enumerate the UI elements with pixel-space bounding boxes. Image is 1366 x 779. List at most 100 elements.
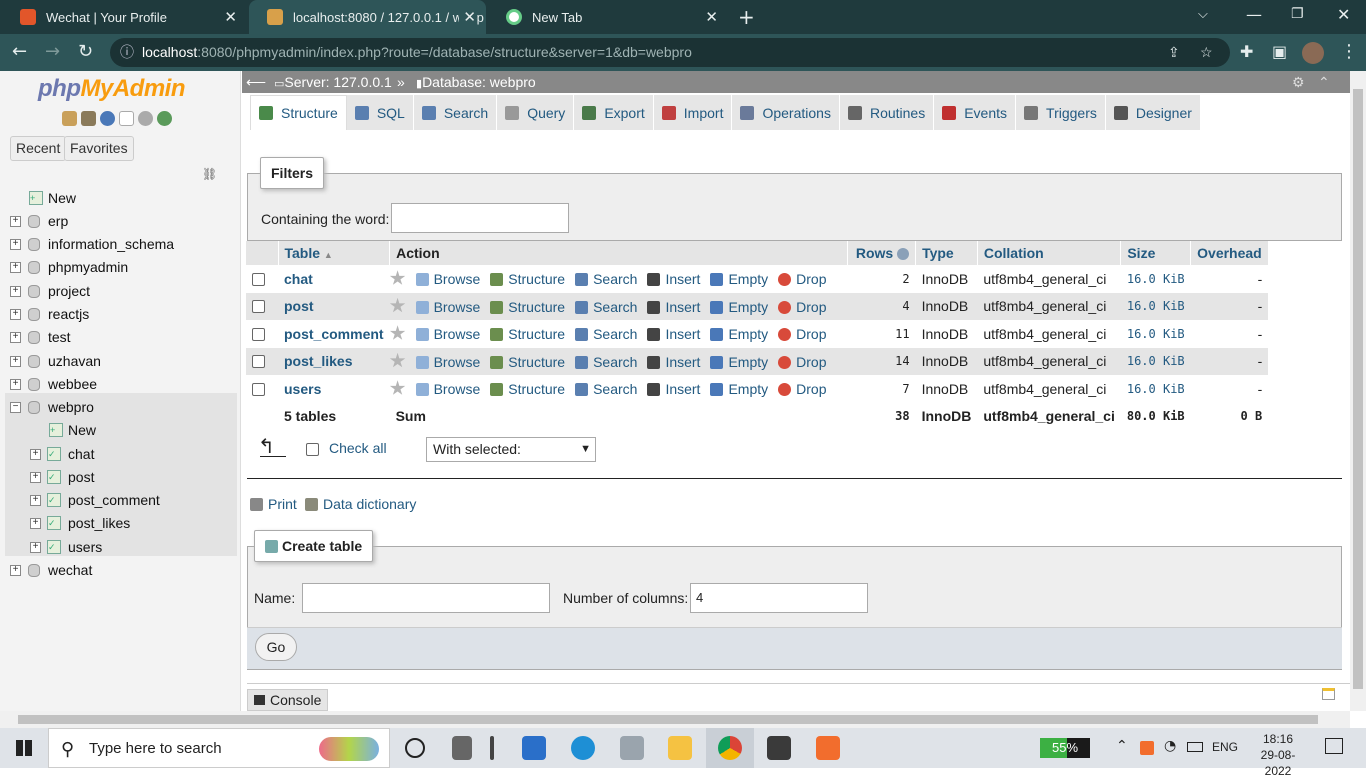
action-empty[interactable]: Empty — [710, 354, 768, 370]
favorite-star-icon[interactable] — [389, 297, 406, 313]
photos-icon[interactable] — [620, 736, 644, 760]
action-insert[interactable]: Insert — [647, 354, 700, 370]
table-name[interactable]: post_comment — [278, 320, 390, 348]
extensions-icon[interactable]: ✚ — [1240, 42, 1253, 62]
tree-item-post-likes-child[interactable]: + ✓ post_likes — [0, 512, 241, 535]
address-bar[interactable]: ⓘ localhost:8080/phpmyadmin/index.php?ro… — [110, 38, 1230, 67]
tree-item-wechat[interactable]: + wechat — [0, 559, 241, 582]
profile-avatar[interactable] — [1302, 42, 1324, 64]
tree-item-webbee[interactable]: + webbee — [0, 373, 241, 396]
tree-item-information-schema[interactable]: + information_schema — [0, 233, 241, 256]
table-name[interactable]: chat — [278, 265, 390, 293]
expand-icon[interactable]: + — [10, 216, 21, 227]
docs-icon[interactable] — [119, 111, 134, 126]
reload-nav-icon[interactable] — [157, 111, 172, 126]
action-browse[interactable]: Browse — [415, 271, 480, 287]
header-rows[interactable]: Rows — [847, 241, 917, 265]
tab-triggers[interactable]: Triggers — [1016, 95, 1106, 130]
reload-icon[interactable]: ↻ — [78, 42, 93, 62]
browser-menu-icon[interactable]: ⋮ — [1340, 42, 1358, 62]
favorite-star-icon[interactable] — [389, 352, 406, 368]
home-icon[interactable] — [62, 111, 77, 126]
table-name[interactable]: users — [278, 375, 390, 403]
browser-tab-wechat[interactable]: Wechat | Your Profile ✕ — [2, 0, 247, 34]
action-insert[interactable]: Insert — [647, 381, 700, 397]
tab-events[interactable]: Events — [934, 95, 1017, 130]
expand-icon[interactable]: + — [10, 332, 21, 343]
tab-search[interactable]: Search — [413, 95, 498, 130]
action-structure[interactable]: Structure — [490, 381, 565, 397]
action-structure[interactable]: Structure — [490, 326, 565, 342]
tree-item-test[interactable]: + test — [0, 326, 241, 349]
expand-icon[interactable]: + — [10, 239, 21, 250]
action-structure[interactable]: Structure — [490, 299, 565, 315]
expand-icon[interactable]: + — [30, 542, 41, 553]
row-checkbox[interactable] — [252, 355, 265, 369]
tab-designer[interactable]: Designer — [1105, 95, 1201, 130]
tree-item-post-comment-child[interactable]: + ✓ post_comment — [0, 489, 241, 512]
table-name-input[interactable] — [302, 583, 550, 613]
forward-icon[interactable]: → — [45, 42, 60, 62]
expand-icon[interactable]: + — [10, 356, 21, 367]
store-icon[interactable] — [522, 736, 546, 760]
tree-item-post-child[interactable]: + ✓ post — [0, 466, 241, 489]
breadcrumb-server[interactable]: ▭Server: 127.0.0.1 — [274, 71, 392, 95]
tab-sql[interactable]: SQL — [346, 95, 414, 130]
browser-tab-new[interactable]: New Tab ✕ — [488, 0, 728, 34]
file-explorer-icon[interactable] — [668, 736, 692, 760]
logout-icon[interactable] — [81, 111, 96, 126]
tree-item-uzhavan[interactable]: + uzhavan — [0, 350, 241, 373]
row-checkbox[interactable] — [252, 382, 265, 396]
action-drop[interactable]: Drop — [778, 381, 827, 397]
action-drop[interactable]: Drop — [778, 326, 827, 342]
tree-item-erp[interactable]: + erp — [0, 210, 241, 233]
edge-icon[interactable] — [571, 736, 595, 760]
action-insert[interactable]: Insert — [647, 271, 700, 287]
close-tab-icon[interactable]: ✕ — [459, 8, 476, 26]
favorite-star-icon[interactable] — [389, 380, 406, 395]
bookmark-star-icon[interactable]: ☆ — [1200, 38, 1213, 67]
filter-input[interactable] — [391, 203, 569, 233]
with-selected-select[interactable]: With selected: ▼ — [426, 437, 596, 462]
action-search[interactable]: Search — [575, 326, 637, 342]
tab-query[interactable]: Query — [497, 95, 575, 130]
tree-item-New-child[interactable]: + New — [0, 419, 241, 442]
close-tab-icon[interactable]: ✕ — [705, 8, 718, 26]
show-hidden-icons-icon[interactable]: ⌃ — [1116, 738, 1128, 754]
help-icon[interactable] — [100, 111, 115, 126]
close-tab-icon[interactable]: ✕ — [224, 8, 237, 26]
tree-item-users-child[interactable]: + ✓ users — [0, 536, 241, 559]
xampp-icon[interactable] — [816, 736, 840, 760]
action-browse[interactable]: Browse — [415, 381, 480, 397]
action-browse[interactable]: Browse — [415, 299, 480, 315]
size[interactable]: 16.0 KiB — [1121, 320, 1191, 348]
size[interactable]: 16.0 KiB — [1120, 347, 1191, 375]
action-search[interactable]: Search — [575, 354, 637, 370]
tree-item-chat-child[interactable]: + ✓ chat — [0, 443, 241, 466]
site-info-icon[interactable]: ⓘ — [120, 38, 134, 67]
header-collation[interactable]: Collation — [977, 241, 1122, 265]
tree-item-phpmyadmin[interactable]: + phpmyadmin — [0, 256, 241, 279]
header-type[interactable]: Type — [915, 241, 978, 265]
expand-icon[interactable]: + — [30, 472, 41, 483]
expand-icon[interactable]: + — [10, 309, 21, 320]
expand-icon[interactable]: + — [10, 379, 21, 390]
close-window-icon[interactable]: ✕ — [1337, 5, 1350, 24]
new-tab-icon[interactable]: + — [738, 5, 755, 29]
table-name[interactable]: post_likes — [278, 347, 390, 375]
action-insert[interactable]: Insert — [647, 326, 700, 342]
tab-operations[interactable]: Operations — [732, 95, 840, 130]
table-name[interactable]: post — [278, 292, 390, 320]
action-search[interactable]: Search — [575, 299, 637, 315]
vertical-scrollbar[interactable] — [1350, 71, 1366, 711]
expand-icon[interactable]: + — [10, 262, 21, 273]
scroll-thumb[interactable] — [1353, 89, 1363, 689]
notes-icon[interactable] — [1322, 688, 1335, 700]
side-panel-icon[interactable]: ▣ — [1272, 42, 1287, 62]
action-empty[interactable]: Empty — [710, 271, 768, 287]
cortana-icon[interactable] — [405, 738, 425, 758]
tree-item-New[interactable]: + New — [0, 187, 241, 210]
action-browse[interactable]: Browse — [415, 326, 480, 342]
tab-structure[interactable]: Structure — [250, 95, 347, 130]
header-size[interactable]: Size — [1120, 241, 1192, 265]
